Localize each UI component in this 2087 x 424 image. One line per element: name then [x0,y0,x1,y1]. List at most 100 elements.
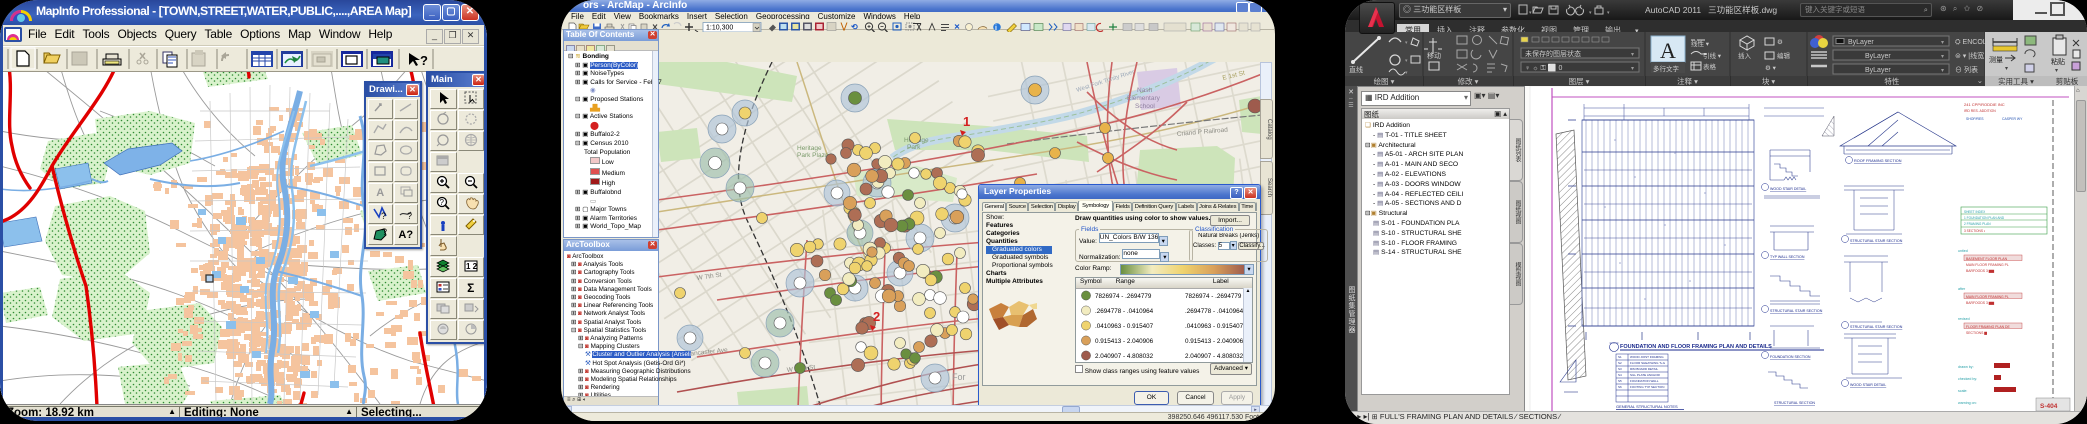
svg-text:?: ? [407,211,412,220]
svg-text:CASPER WY: CASPER WY [2002,117,2023,121]
svg-text:▾: ▾ [1405,40,1408,46]
svg-text:revised: revised [1958,317,1970,321]
svg-text:□: □ [1644,297,1646,301]
svg-text:2: 2 [873,309,880,324]
svg-text:⊖ 列表: ⊖ 列表 [1955,65,1978,74]
svg-text:表格: 表格 [1703,62,1717,71]
svg-text:STRUCTURAL STAIR SECTION: STRUCTURAL STAIR SECTION [1770,309,1823,313]
svg-text:FOOTING TYP SECTION: FOOTING TYP SECTION [1630,385,1664,389]
svg-text:▾: ▾ [1575,10,1578,16]
svg-text:□: □ [1689,279,1691,283]
svg-text:▾: ▾ [1405,58,1408,64]
svg-text:▾: ▾ [1631,52,1634,58]
svg-text:ByLayer: ByLayer [1848,39,1874,46]
svg-text:warning on:: warning on: [1958,401,1977,405]
svg-text:⊜ ▾ |线宽 0: ⊜ ▾ |线宽 0 [1955,51,1990,60]
svg-text:241 CPP/RODDIE INC: 241 CPP/RODDIE INC [1964,102,2005,107]
svg-text:For: For [952,372,966,382]
svg-text:S-404: S-404 [2040,403,2058,410]
svg-text:2 FRAMING PLAN: 2 FRAMING PLAN [1964,222,1991,226]
svg-text:Elementary: Elementary [1127,95,1161,102]
svg-text:1:10,300: 1:10,300 [706,25,733,32]
svg-text:scale:: scale: [1958,389,1967,393]
svg-text:WOOD STAIR DETAIL: WOOD STAIR DETAIL [1770,187,1806,191]
svg-text:drawn by:: drawn by: [1958,365,1974,369]
svg-text:□: □ [1724,243,1726,247]
svg-text:多行文字: 多行文字 [1653,64,1680,73]
svg-text:ByLayer: ByLayer [1865,53,1891,60]
svg-text:FLOOR FRAMING PLAN DE: FLOOR FRAMING PLAN DE [1966,325,2010,329]
svg-text:移动: 移动 [1427,51,1441,60]
svg-text:▾: ▾ [1941,68,1944,74]
svg-text:♀ ☼ ⚿ ⬜ 0: ♀ ☼ ⚿ ⬜ 0 [1525,63,1562,72]
svg-text:S5: S5 [1618,379,1622,383]
svg-text:?: ? [381,211,386,220]
svg-text:STRUCTURAL STAIR SECTION: STRUCTURAL STAIR SECTION [1850,239,1903,243]
svg-text:直线: 直线 [1349,65,1363,74]
svg-text:FOUNDATION WALL: FOUNDATION WALL [1630,379,1659,383]
svg-text:MAIN FLOOR FRAMING PL: MAIN FLOOR FRAMING PL [1966,263,2009,267]
svg-text:1 2: 1 2 [466,262,478,271]
svg-text:⚙ ▾: ⚙ ▾ [1765,64,1777,72]
svg-text:SILL PLATE ANCHOR: SILL PLATE ANCHOR [1630,373,1661,377]
svg-text:BARFOODS 3 ▆▆: BARFOODS 3 ▆▆ [1966,269,1994,273]
svg-text:1: 1 [963,114,970,129]
svg-text:Nash: Nash [1137,87,1153,94]
svg-text:□: □ [1604,205,1606,209]
svg-text:引线 ▾: 引线 ▾ [1703,51,1722,60]
svg-text:粘贴: 粘贴 [2051,57,2065,66]
svg-text:测量: 测量 [1989,56,2003,64]
svg-text:ByLayer: ByLayer [1865,67,1891,74]
svg-text:TYP WALL SECTION: TYP WALL SECTION [1770,255,1805,259]
svg-text:S1: S1 [1618,355,1622,359]
svg-text:线性 ▾: 线性 ▾ [1691,39,1710,48]
svg-text:S2: S2 [1618,361,1622,365]
svg-text:Park Plaza: Park Plaza [797,152,829,159]
svg-text:untied: untied [1958,249,1968,253]
svg-text:▾: ▾ [1529,10,1532,16]
svg-text:SHEET INDEX: SHEET INDEX [1964,210,1986,214]
svg-text:FOUNDATION AND FLOOR FRAMING P: FOUNDATION AND FLOOR FRAMING PLAN AND DE… [1620,344,1772,350]
svg-text:▾: ▾ [1941,54,1944,60]
svg-text:3 SECTIONS ▪: 3 SECTIONS ▪ [1964,229,1985,233]
svg-text:after: after [1958,287,1966,291]
svg-text:编辑: 编辑 [1777,51,1791,60]
svg-text:插入: 插入 [1738,51,1752,60]
svg-text:STRUCTURAL SECTION: STRUCTURAL SECTION [1774,401,1815,405]
svg-text:BASEMENT FLOOR PLAN: BASEMENT FLOOR PLAN [1966,257,2008,261]
svg-text:?: ? [440,198,445,207]
svg-text:▾: ▾ [1631,66,1634,72]
svg-text:FOUNDATION SECTION: FOUNDATION SECTION [1770,355,1811,359]
svg-text:?: ? [420,53,428,68]
svg-text:?: ? [382,227,387,237]
svg-text:□: □ [1634,175,1636,179]
svg-text:▾: ▾ [1941,40,1944,46]
svg-text:School: School [1135,103,1155,110]
svg-text:1 FOUNDATION PLAN AND: 1 FOUNDATION PLAN AND [1964,216,2005,220]
svg-text:GENERAL STRUCTURAL NOTES: GENERAL STRUCTURAL NOTES [1616,404,1678,409]
svg-text:□: □ [1704,191,1706,195]
svg-text:Heritage: Heritage [797,145,822,152]
svg-text:WOOD STAIR DETAIL: WOOD STAIR DETAIL [1850,383,1886,387]
svg-text:▾: ▾ [2005,66,2008,72]
svg-text:□: □ [1619,261,1621,265]
svg-text:▾: ▾ [1589,10,1592,16]
svg-text:Park: Park [907,144,921,151]
svg-text:□: □ [1664,223,1666,227]
svg-text:⟲: ⟲ [851,23,858,32]
svg-text:WOOD JOIST FRAMING: WOOD JOIST FRAMING [1630,355,1664,359]
svg-text:S3: S3 [1618,367,1622,371]
svg-text:STRUCTURAL STAIR SECTION: STRUCTURAL STAIR SECTION [1850,325,1903,329]
svg-text:▾: ▾ [2055,68,2058,74]
svg-text:▾: ▾ [1607,10,1610,16]
svg-text:SECTIONS ▆: SECTIONS ▆ [1966,331,1987,335]
svg-text:checked by:: checked by: [1958,377,1977,381]
svg-text:⚙: ⚙ [1777,38,1783,46]
svg-text:FLOOR SHEATHING T+G: FLOOR SHEATHING T+G [1630,361,1666,365]
svg-text:i: i [995,25,997,32]
svg-text:ROOF FRAMING SECTION: ROOF FRAMING SECTION [1854,159,1902,163]
svg-text:SHOP/RES: SHOP/RES [1966,117,1984,121]
svg-text:RIM BOARD DETAIL: RIM BOARD DETAIL [1630,367,1658,371]
svg-text:□: □ [1674,151,1676,155]
svg-text:BARFOODS 3 ▆▆: BARFOODS 3 ▆▆ [1966,301,1994,305]
